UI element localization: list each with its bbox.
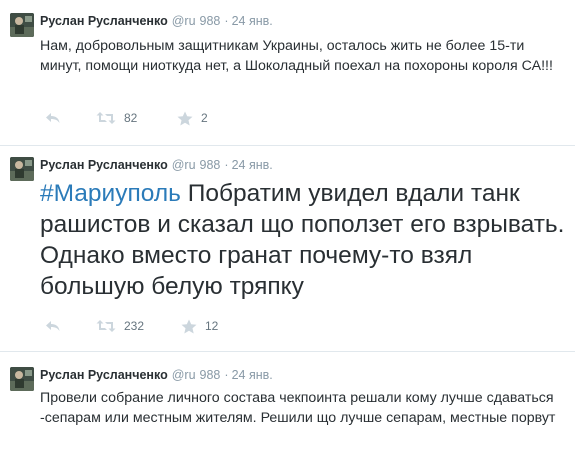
star-icon	[177, 111, 193, 126]
follower-count: 988	[199, 158, 221, 172]
separator-dot: ·	[224, 158, 229, 172]
reply-icon	[45, 111, 61, 125]
follower-count: 988	[199, 14, 221, 28]
favorite-button[interactable]: 2	[177, 108, 208, 128]
favorite-count[interactable]: 12	[205, 319, 218, 333]
tweet-1[interactable]: Руслан Русланченко @ru 988 · 24 янв. Нам, до…	[0, 0, 575, 145]
author-name[interactable]: Руслан Русланченко	[40, 14, 168, 28]
timestamp[interactable]: 24 янв.	[232, 14, 273, 28]
separator-dot: ·	[224, 368, 229, 382]
tweet-header: Руслан Русланченко @ru 988 · 24 янв.	[40, 157, 273, 173]
author-handle[interactable]: @ru	[172, 368, 196, 382]
author-name[interactable]: Руслан Русланченко	[40, 158, 168, 172]
tweet-text: #Мариуполь Побратим увидел вдали танк ра…	[40, 178, 570, 302]
retweet-count[interactable]: 82	[124, 111, 137, 125]
author-handle[interactable]: @ru	[172, 14, 196, 28]
tweet-header: Руслан Русланченко @ru 988 · 24 янв.	[40, 13, 273, 29]
reply-button[interactable]	[45, 108, 61, 128]
reply-button[interactable]	[45, 316, 61, 336]
follower-count: 988	[199, 368, 221, 382]
retweet-button[interactable]: 82	[96, 108, 137, 128]
retweet-icon	[96, 319, 116, 333]
retweet-icon	[96, 111, 116, 125]
favorite-button[interactable]: 12	[181, 316, 218, 336]
tweet-header: Руслан Русланченко @ru 988 · 24 янв.	[40, 367, 273, 383]
avatar[interactable]	[10, 367, 34, 391]
tweet-3[interactable]: Руслан Русланченко @ru 988 · 24 янв. Провели…	[0, 352, 575, 459]
author-name[interactable]: Руслан Русланченко	[40, 368, 168, 382]
tweet-text: Нам, добровольным защитникам Украины, ос…	[40, 38, 553, 74]
author-handle[interactable]: @ru	[172, 158, 196, 172]
hashtag-link[interactable]: #Мариуполь	[40, 180, 181, 207]
retweet-button[interactable]: 232	[96, 316, 144, 336]
tweet-2[interactable]: Руслан Русланченко @ru 988 · 24 янв. #Мариуп…	[0, 146, 575, 351]
avatar[interactable]	[10, 13, 34, 37]
retweet-count[interactable]: 232	[124, 319, 144, 333]
tweet-text: Провели собрание личного состава чекпоин…	[40, 390, 556, 426]
timestamp[interactable]: 24 янв.	[232, 368, 273, 382]
reply-icon	[45, 319, 61, 333]
star-icon	[181, 319, 197, 334]
favorite-count[interactable]: 2	[201, 111, 208, 125]
timestamp[interactable]: 24 янв.	[232, 158, 273, 172]
separator-dot: ·	[224, 14, 229, 28]
avatar[interactable]	[10, 157, 34, 181]
